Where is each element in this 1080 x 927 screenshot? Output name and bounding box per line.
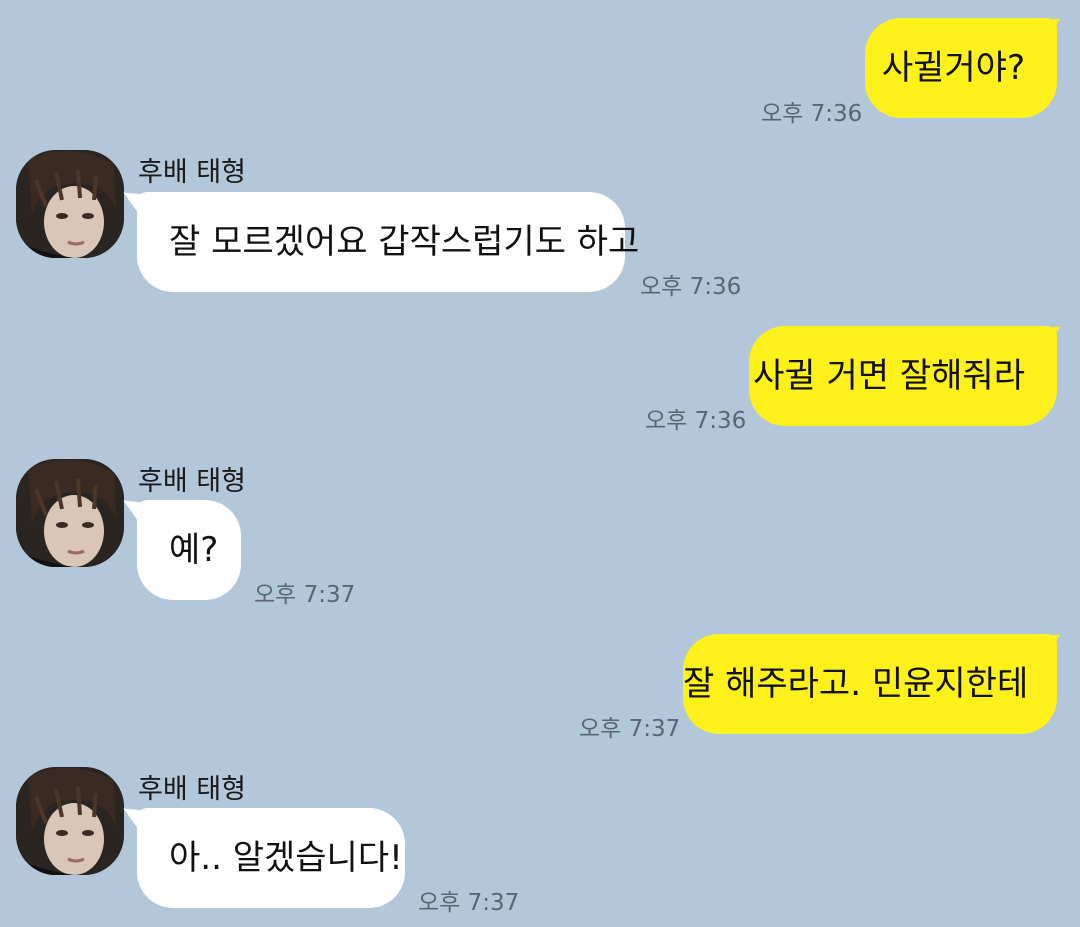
avatar-photo-icon [16,459,124,567]
message-timestamp: 오후 7:36 [761,101,863,127]
message-bubble-outgoing[interactable]: 사귈거야? [865,18,1057,118]
sender-avatar[interactable] [16,767,124,875]
message-bubble-incoming[interactable]: 잘 모르겠어요 갑작스럽기도 하고 [137,192,639,292]
message-timestamp: 오후 7:36 [645,408,747,434]
message-timestamp: 오후 7:37 [254,582,356,608]
message-bubble-outgoing[interactable]: 잘 해주라고. 민윤지한테 [683,634,1057,734]
sender-name: 후배 태형 [138,157,246,188]
message-timestamp: 오후 7:37 [579,716,681,742]
message-bubble-incoming[interactable]: 예? [137,500,241,600]
avatar-photo-icon [16,150,124,258]
avatar-photo-icon [16,767,124,875]
message-timestamp: 오후 7:36 [640,274,742,300]
message-bubble-incoming[interactable]: 아.. 알겠습니다! [137,808,405,908]
message-bubble-outgoing[interactable]: 사귈 거면 잘해줘라 [749,326,1057,426]
sender-avatar[interactable] [16,459,124,567]
sender-avatar[interactable] [16,150,124,258]
sender-name: 후배 태형 [138,774,246,805]
message-timestamp: 오후 7:37 [418,890,520,916]
sender-name: 후배 태형 [138,466,246,497]
